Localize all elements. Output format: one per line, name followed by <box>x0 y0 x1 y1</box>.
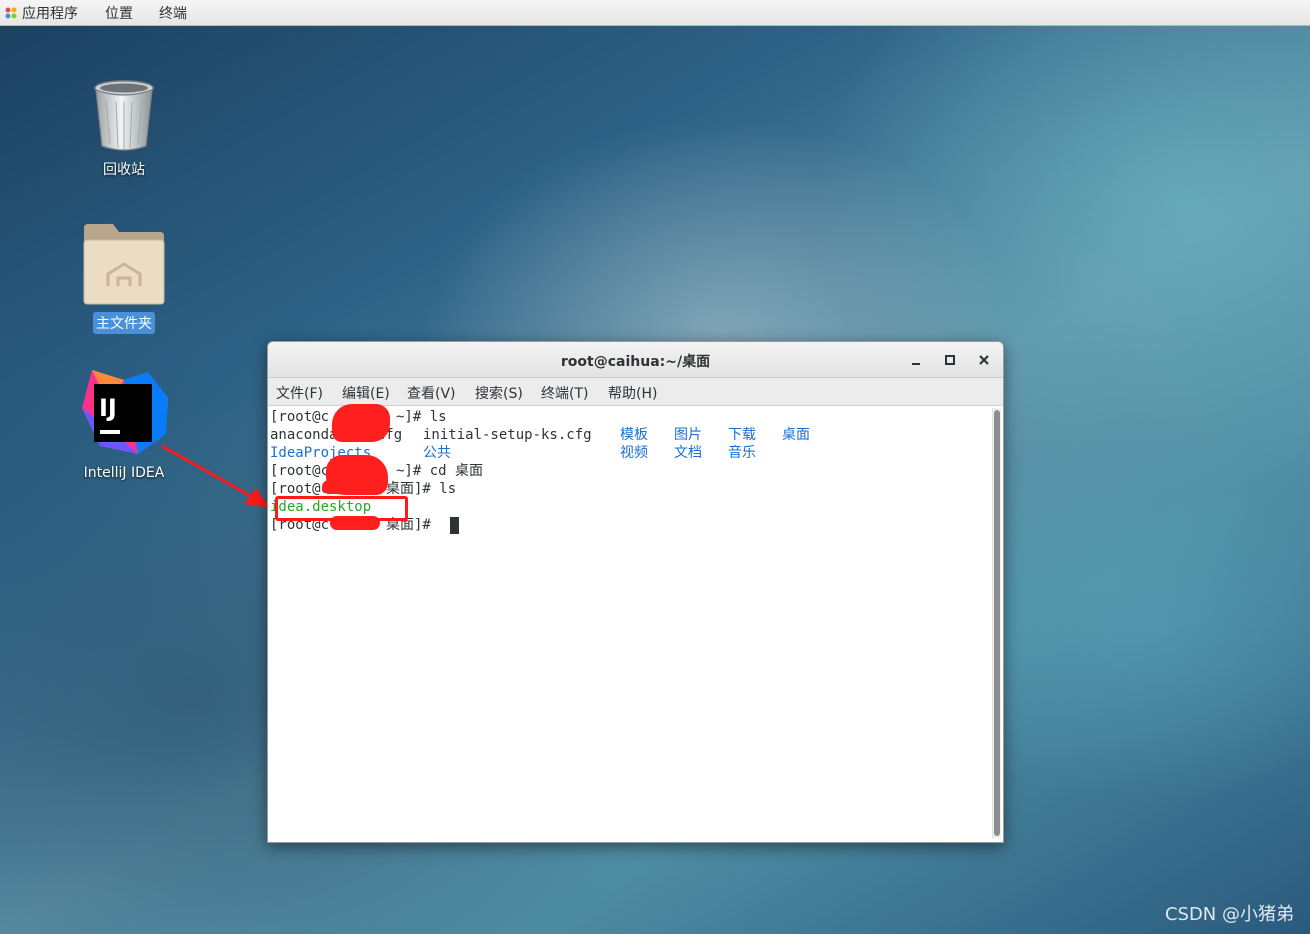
dir-music: 音乐 <box>728 445 756 461</box>
menu-terminal[interactable]: 终端(T) <box>541 383 588 403</box>
dir-pictures: 图片 <box>674 427 702 443</box>
terminal-titlebar[interactable]: root@caihua:~/桌面 <box>268 342 1003 378</box>
dir-desktop: 桌面 <box>782 427 810 443</box>
menu-edit[interactable]: 编辑(E) <box>342 383 390 403</box>
trash-label: 回收站 <box>103 162 145 178</box>
dir-templates: 模板 <box>620 427 648 443</box>
dir-public: 公共 <box>423 445 451 461</box>
terminal-cursor <box>450 517 459 534</box>
intellij-idea-icon: IJ <box>82 370 168 454</box>
watermark: CSDN @小猪弟 <box>1164 904 1294 925</box>
desktop-icon-intellij-idea[interactable]: IJ IntelliJ IDEA <box>69 368 179 482</box>
terminal-scrollbar[interactable] <box>992 408 1001 838</box>
terminal-title: root@caihua:~/桌面 <box>560 354 711 370</box>
home-folder-label: 主文件夹 <box>93 312 155 334</box>
places-menu[interactable]: 位置 <box>105 3 133 23</box>
menu-view[interactable]: 查看(V) <box>407 383 456 403</box>
menu-search[interactable]: 搜索(S) <box>475 383 523 403</box>
prompt-line-4a: [root@c <box>270 463 330 479</box>
intellij-idea-label: IntelliJ IDEA <box>83 465 165 481</box>
terminal-menubar: 文件(F) 编辑(E) 查看(V) 搜索(S) 终端(T) 帮助(H) <box>268 378 1003 406</box>
trash-icon <box>94 80 154 151</box>
applications-icon[interactable] <box>4 6 18 20</box>
menu-file[interactable]: 文件(F) <box>276 383 323 403</box>
prompt-line-1a: [root@c <box>270 409 330 425</box>
desktop-icon-home-folder[interactable]: 主文件夹 <box>69 222 179 334</box>
top-bar: 应用程序 位置 终端 <box>0 0 1310 26</box>
scrollbar-thumb[interactable] <box>994 410 1000 836</box>
highlight-box <box>275 496 408 521</box>
dir-videos: 视频 <box>620 445 648 461</box>
svg-text:IJ: IJ <box>99 394 117 422</box>
dir-documents: 文档 <box>674 445 702 461</box>
maximize-icon[interactable] <box>940 350 960 370</box>
prompt-line-1b: ~]# ls <box>396 409 447 425</box>
file-anaconda-a: anaconda <box>270 427 338 443</box>
desktop-icon-trash[interactable]: 回收站 <box>69 78 179 180</box>
prompt-line-4b: ~]# cd 桌面 <box>396 463 484 479</box>
home-folder-icon <box>83 224 165 305</box>
redaction-mark-3 <box>322 480 380 494</box>
applications-menu[interactable]: 应用程序 <box>22 3 78 23</box>
menu-help[interactable]: 帮助(H) <box>608 383 657 403</box>
minimize-icon[interactable] <box>906 350 926 370</box>
close-icon[interactable] <box>974 350 994 370</box>
terminal-menu[interactable]: 终端 <box>159 3 187 23</box>
dir-downloads: 下载 <box>728 427 756 443</box>
redaction-mark-1 <box>332 404 390 442</box>
file-initial-setup: initial-setup-ks.cfg <box>423 427 592 443</box>
